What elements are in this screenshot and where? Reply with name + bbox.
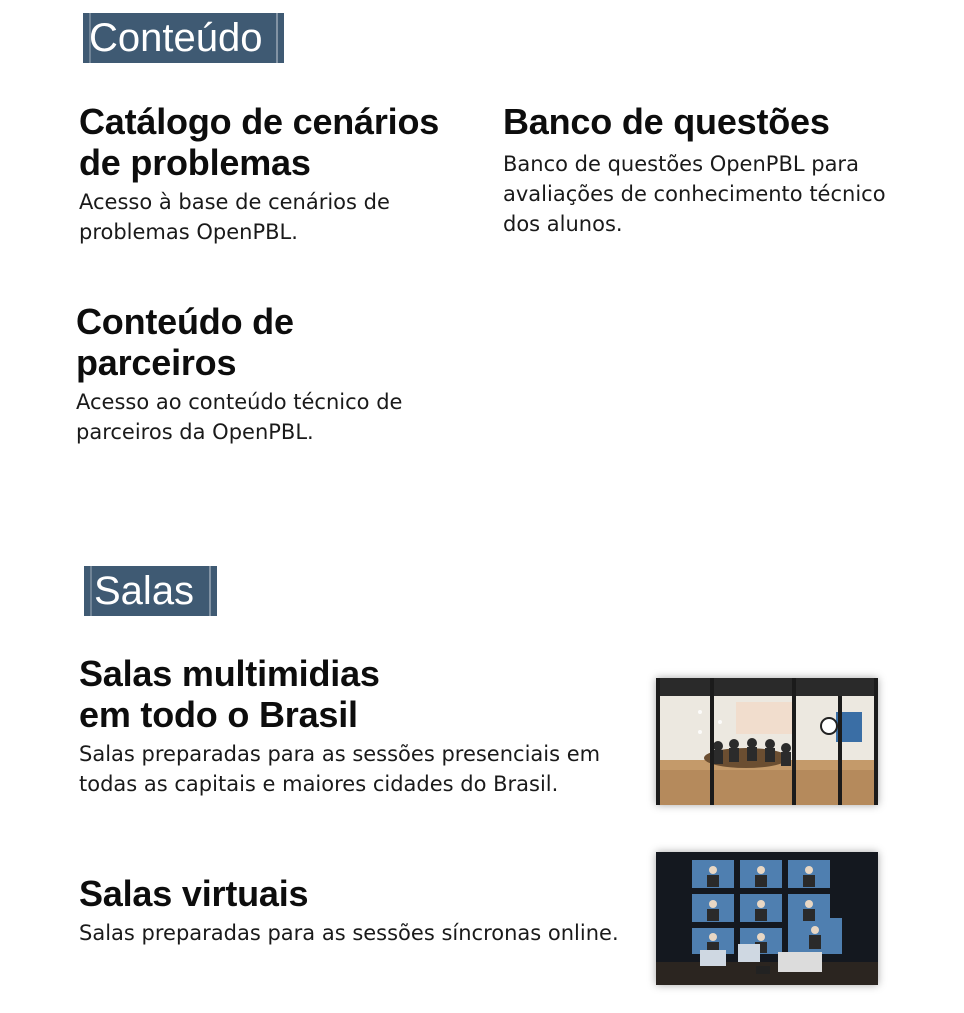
section-label-conteudo: Conteúdo: [83, 13, 284, 63]
card-title: Catálogo de cenários de problemas: [79, 101, 440, 183]
card-description: Salas preparadas para as sessões síncron…: [79, 921, 619, 945]
card-banco-questoes: Banco de questões Banco de questões Open…: [503, 101, 903, 239]
card-title: Banco de questões: [503, 101, 830, 142]
card-conteudo-parceiros: Conteúdo de parceiros Acesso ao conteúdo…: [76, 301, 456, 447]
card-title: Conteúdo de parceiros: [76, 301, 294, 383]
video-conference-photo: [656, 852, 878, 985]
card-title: Salas multimidias em todo o Brasil: [79, 653, 380, 735]
card-catalogo-cenarios: Catálogo de cenários de problemas Acesso…: [79, 101, 459, 247]
card-description: Salas preparadas para as sessões presenc…: [79, 742, 601, 796]
card-description: Banco de questões OpenPBL para avaliaçõe…: [503, 152, 886, 236]
card-description: Acesso à base de cenários de problemas O…: [79, 190, 390, 244]
card-salas-multimidias: Salas multimidias em todo o Brasil Salas…: [79, 653, 619, 799]
section-label-salas: Salas: [84, 566, 217, 616]
card-title: Salas virtuais: [79, 873, 309, 914]
section-label-text: Conteúdo: [89, 16, 263, 60]
card-salas-virtuais: Salas virtuais Salas preparadas para as …: [79, 873, 619, 948]
card-description: Acesso ao conteúdo técnico de parceiros …: [76, 390, 403, 444]
meeting-room-photo: [656, 678, 878, 805]
section-label-text: Salas: [94, 569, 195, 613]
